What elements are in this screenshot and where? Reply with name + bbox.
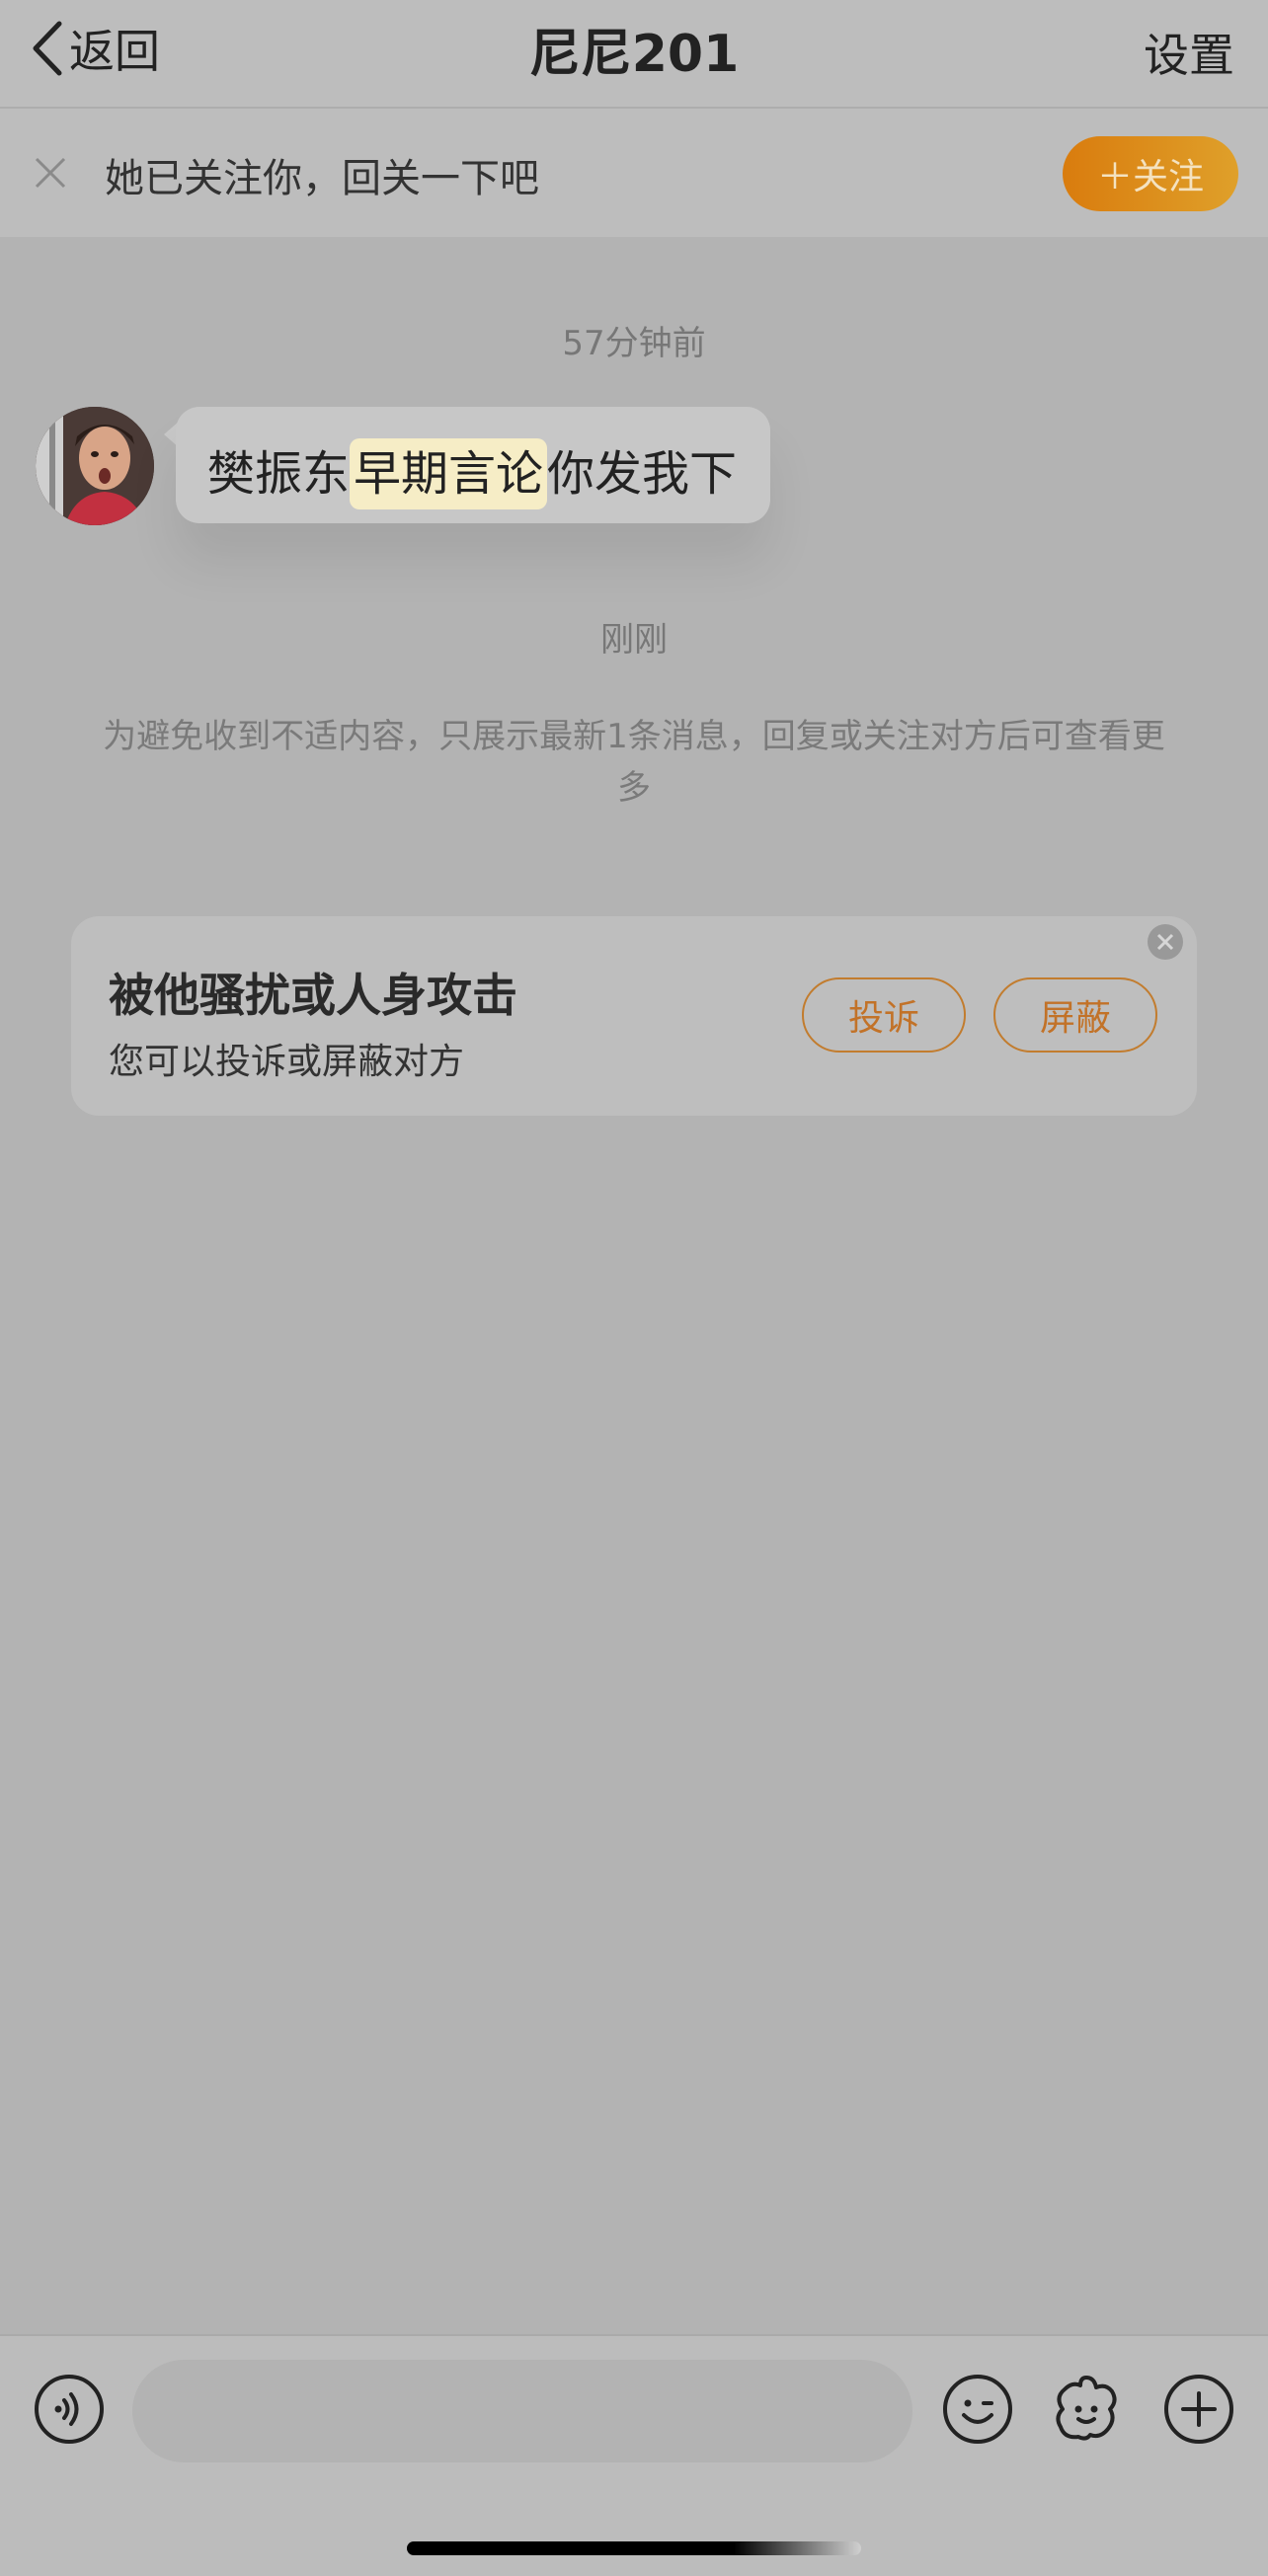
message-highlight: 早期言论 xyxy=(350,438,548,509)
back-button[interactable]: 返回 xyxy=(30,14,160,83)
message-text: 樊振东早期言论你发我下 xyxy=(207,434,738,509)
nav-bar: 返回 尼尼201 设置 xyxy=(0,0,1268,109)
report-card-title: 被他骚扰或人身攻击 xyxy=(109,969,517,1022)
follow-back-text: 她已关注你，回关一下吧 xyxy=(105,156,539,201)
message-text-part: 樊振东 xyxy=(207,446,351,502)
report-card-subtitle: 您可以投诉或屏蔽对方 xyxy=(109,1042,465,1082)
settings-button[interactable]: 设置 xyxy=(1144,20,1234,85)
emoji-icon[interactable] xyxy=(942,2374,1013,2449)
follow-back-banner: 她已关注你，回关一下吧 ＋关注 xyxy=(0,109,1268,237)
chevron-left-icon xyxy=(30,20,63,77)
block-button[interactable]: 屏蔽 xyxy=(993,977,1157,1053)
report-card: 被他骚扰或人身攻击 您可以投诉或屏蔽对方 投诉 屏蔽 xyxy=(71,916,1197,1116)
report-button[interactable]: 投诉 xyxy=(802,977,966,1053)
limit-notice: 为避免收到不适内容，只展示最新1条消息，回复或关注对方后可查看更多 xyxy=(103,717,1165,808)
message-timestamp: 刚刚 xyxy=(600,620,668,660)
sticker-icon[interactable] xyxy=(1051,2374,1122,2449)
home-indicator xyxy=(407,2541,861,2555)
voice-icon[interactable] xyxy=(34,2374,105,2449)
close-icon[interactable] xyxy=(34,156,67,194)
message-timestamp: 57分钟前 xyxy=(562,324,706,363)
input-bar xyxy=(0,2334,1268,2576)
follow-button[interactable]: ＋关注 xyxy=(1063,136,1238,211)
message-input[interactable] xyxy=(132,2360,912,2462)
back-label: 返回 xyxy=(69,25,160,78)
page-title: 尼尼201 xyxy=(528,25,740,84)
message-bubble[interactable]: 樊振东早期言论你发我下 xyxy=(176,407,770,523)
plus-icon[interactable] xyxy=(1163,2374,1234,2449)
close-icon[interactable] xyxy=(1148,924,1183,960)
message-text-part: 你发我下 xyxy=(547,446,738,502)
avatar[interactable] xyxy=(36,407,154,525)
